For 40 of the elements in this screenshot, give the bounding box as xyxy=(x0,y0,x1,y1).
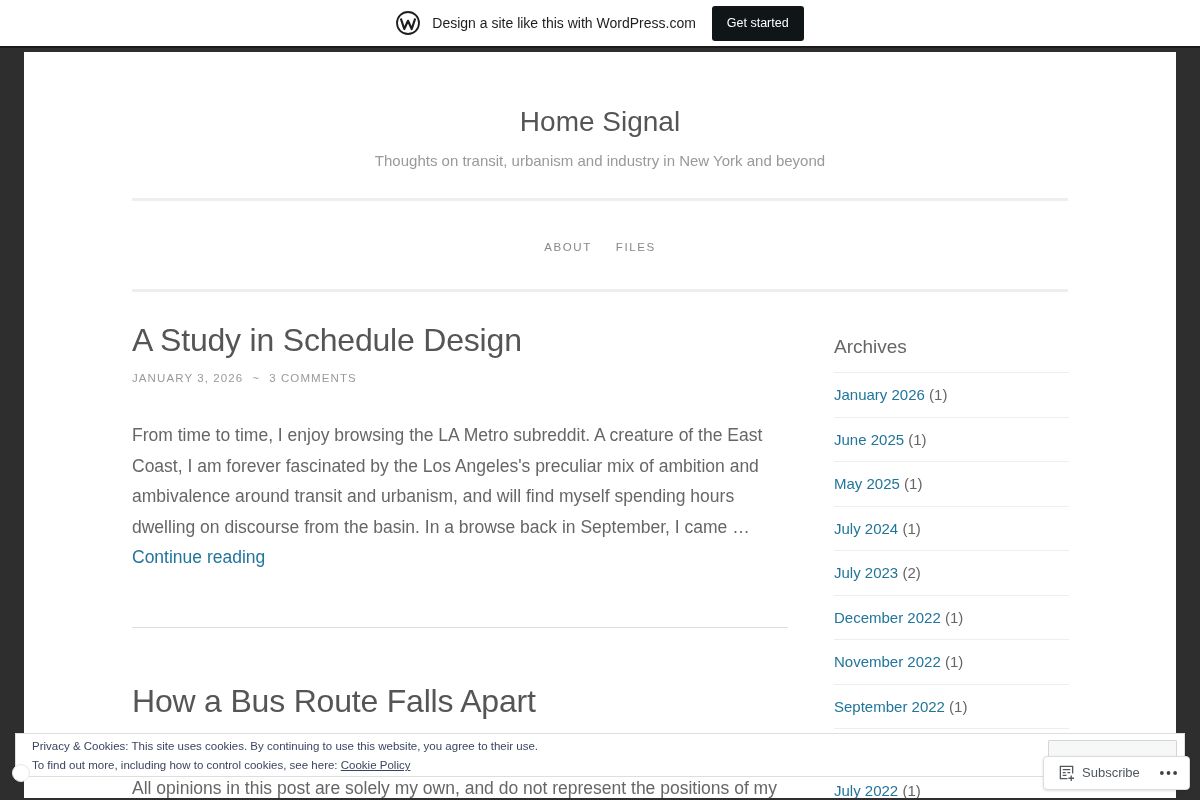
post-title[interactable]: A Study in Schedule Design xyxy=(132,320,788,360)
archive-link[interactable]: September 2022 xyxy=(834,697,945,715)
site-title[interactable]: Home Signal xyxy=(132,104,1068,140)
comments-link[interactable]: 3 COMMENTS xyxy=(269,369,357,387)
promo-text: Design a site like this with WordPress.com xyxy=(432,13,696,33)
continue-reading-link[interactable]: Continue reading xyxy=(132,542,266,572)
cookie-notice-text: Privacy & Cookies: This site uses cookies. By continuing to use this website, you agree to their use. xyxy=(32,739,539,754)
more-button[interactable] xyxy=(1160,771,1177,775)
more-icon xyxy=(1160,771,1177,775)
archive-link[interactable]: June 2025 xyxy=(834,430,905,448)
post-count: (1) xyxy=(929,386,948,403)
post-count: (1) xyxy=(904,475,923,492)
subscribe-button[interactable]: Subscribe xyxy=(1058,763,1140,783)
archive-link[interactable]: December 2022 xyxy=(834,608,941,626)
cookie-policy-link[interactable]: Cookie Policy xyxy=(340,759,411,771)
post-date[interactable]: JANUARY 3, 2026 xyxy=(132,369,244,387)
post-excerpt: All opinions in this post are solely my own, and do not represent the positions of my xyxy=(132,779,778,797)
archive-link[interactable]: January 2026 xyxy=(834,386,925,403)
circle-icon[interactable] xyxy=(12,764,30,782)
document-plus-icon xyxy=(1058,764,1075,782)
nav-link[interactable]: FILES xyxy=(615,238,656,256)
post-count: (1) xyxy=(908,430,927,448)
post-title[interactable]: How a Bus Route Falls Apart xyxy=(132,681,788,721)
post-count: (1) xyxy=(944,608,964,626)
nav-link[interactable]: ABOUT xyxy=(544,238,592,256)
widget-title: Archives xyxy=(834,335,908,359)
archive-link[interactable]: July 2023 xyxy=(834,564,899,581)
site-tagline: Thoughts on transit, urbanism and industry in New York and beyond xyxy=(373,151,827,171)
archive-link[interactable]: November 2022 xyxy=(834,653,941,670)
post-count: (1) xyxy=(944,653,964,670)
archive-link[interactable]: July 2024 xyxy=(834,519,899,537)
post-count: (1) xyxy=(902,519,921,537)
get-started-button[interactable]: Get started xyxy=(711,5,804,41)
archive-link[interactable]: May 2025 xyxy=(834,475,900,492)
meta-separator: ~ xyxy=(252,371,261,386)
cookie-info-text: To find out more, including how to control cookies, see here: Cookie Policy xyxy=(32,758,411,773)
post-excerpt: From time to time, I enjoy browsing the LA Metro subreddit. A creature of the East Coast, I am forever fascinated by the Los Angeles's preculiar mix of ambition and ambivalence around transit and urbanism, and will find myself spending hours dwelling on discourse from the basin. In a browse back in September, I came … xyxy=(132,424,764,539)
post-count: (1) xyxy=(949,697,968,715)
logo-icon xyxy=(396,11,421,35)
post-count: (2) xyxy=(902,564,921,581)
